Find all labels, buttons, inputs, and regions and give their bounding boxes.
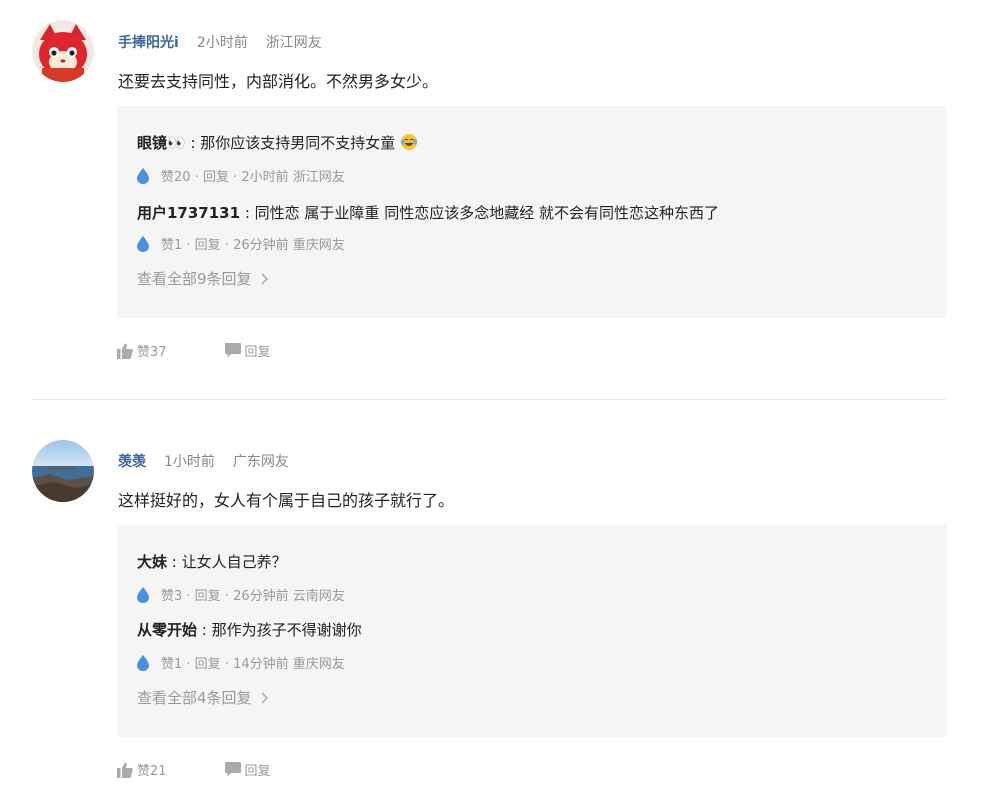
water-drop-icon[interactable] (137, 586, 149, 603)
reply-username[interactable]: 大妹 (137, 553, 167, 571)
like-count: 赞37 (137, 345, 167, 360)
view-all-label: 查看全部4条回复 (137, 689, 252, 707)
reply-meta: 赞1 · 回复 · 26分钟前 重庆网友 (137, 234, 345, 253)
username-link[interactable]: 羡羡 (118, 454, 146, 470)
reply-label: 回复 (244, 764, 271, 779)
like-button[interactable]: 赞21 (117, 760, 167, 779)
comment-time: 2小时前 (196, 35, 248, 51)
reply-box: 眼镜👀 : 那你应该支持男同不支持女童 赞20 · 回复 · 2小时前 浙江网友… (117, 106, 946, 318)
reply-item[interactable]: 大妹 : 让女人自己养？ (137, 551, 287, 572)
reply-meta-text: 赞1 · 回复 · 14分钟前 重庆网友 (161, 657, 345, 672)
reply-box: 大妹 : 让女人自己养？ 赞3 · 回复 · 26分钟前 云南网友 从零开始 :… (117, 525, 946, 737)
reply-button[interactable]: 回复 (224, 341, 271, 360)
reply-separator: : (185, 134, 201, 152)
cartoon-fox-avatar-icon (32, 20, 94, 82)
view-all-replies-link[interactable]: 查看全部4条回复 (137, 687, 269, 708)
comment-time: 1小时前 (164, 454, 215, 470)
comment-meta: 羡羡 1小时前 广东网友 (118, 451, 289, 471)
reply-username[interactable]: 眼镜👀 (137, 134, 186, 152)
username-link[interactable]: 手捧阳光i (118, 35, 179, 51)
comment-text: 这样挺好的，女人有个属于自己的孩子就行了。 (118, 491, 455, 510)
reply-item[interactable]: 从零开始 : 那作为孩子不得谢谢你 (137, 619, 362, 640)
chevron-right-icon (261, 692, 269, 704)
comment-text: 还要去支持同性，内部消化。不然男多女少。 (118, 72, 439, 91)
comment-meta: 手捧阳光i 2小时前 浙江网友 (118, 32, 322, 52)
thumbs-up-icon (117, 762, 133, 778)
avatar[interactable] (32, 20, 94, 82)
reply-meta: 赞20 · 回复 · 2小时前 浙江网友 (137, 166, 345, 185)
comment-card: 手捧阳光i 2小时前 浙江网友 还要去支持同性，内部消化。不然男多女少。 眼镜👀 :… (0, 0, 1000, 400)
like-button[interactable]: 赞37 (117, 341, 167, 360)
reply-button[interactable]: 回复 (224, 760, 271, 779)
comment-actions: 赞21 回复 (117, 760, 329, 779)
reply-meta-text: 赞20 · 回复 · 2小时前 浙江网友 (161, 170, 345, 185)
water-drop-icon[interactable] (137, 235, 149, 252)
reply-meta-text: 赞1 · 回复 · 26分钟前 重庆网友 (161, 238, 345, 253)
like-count: 赞21 (137, 764, 167, 779)
view-all-replies-link[interactable]: 查看全部9条回复 (137, 268, 269, 289)
reply-label: 回复 (244, 345, 271, 360)
speech-bubble-icon (224, 762, 241, 777)
tears-of-joy-emoji-icon (400, 133, 418, 151)
reply-meta: 赞3 · 回复 · 26分钟前 云南网友 (137, 585, 345, 604)
comment-card: 羡羡 1小时前 广东网友 这样挺好的，女人有个属于自己的孩子就行了。 大妹 : 让女… (0, 400, 1000, 806)
speech-bubble-icon (224, 343, 241, 358)
reply-text: 那你应该支持男同不支持女童 (200, 134, 396, 152)
reply-separator: : (240, 204, 255, 222)
chevron-right-icon (261, 273, 269, 285)
seascape-avatar-icon (32, 440, 94, 502)
reply-item[interactable]: 眼镜👀 : 那你应该支持男同不支持女童 (137, 132, 418, 153)
reply-separator: : (167, 553, 182, 571)
reply-username[interactable]: 从零开始 (137, 621, 197, 639)
view-all-label: 查看全部9条回复 (137, 270, 252, 288)
reply-meta-text: 赞3 · 回复 · 26分钟前 云南网友 (161, 589, 345, 604)
thumbs-up-icon (117, 343, 133, 359)
reply-text: 同性恋 属于业障重 同性恋应该多念地藏经 就不会有同性恋这种东西了 (254, 204, 719, 222)
reply-username[interactable]: 用户1737131 (137, 204, 240, 222)
reply-text: 那作为孩子不得谢谢你 (211, 621, 362, 639)
water-drop-icon[interactable] (137, 654, 149, 671)
reply-meta: 赞1 · 回复 · 14分钟前 重庆网友 (137, 653, 345, 672)
avatar[interactable] (32, 440, 94, 502)
comment-actions: 赞37 回复 (117, 341, 329, 360)
comment-location: 广东网友 (232, 454, 289, 470)
comment-location: 浙江网友 (265, 35, 322, 51)
reply-text: 让女人自己养？ (181, 553, 287, 571)
reply-separator: : (197, 621, 212, 639)
reply-item[interactable]: 用户1737131 : 同性恋 属于业障重 同性恋应该多念地藏经 就不会有同性恋… (137, 202, 719, 223)
water-drop-icon[interactable] (137, 167, 149, 184)
